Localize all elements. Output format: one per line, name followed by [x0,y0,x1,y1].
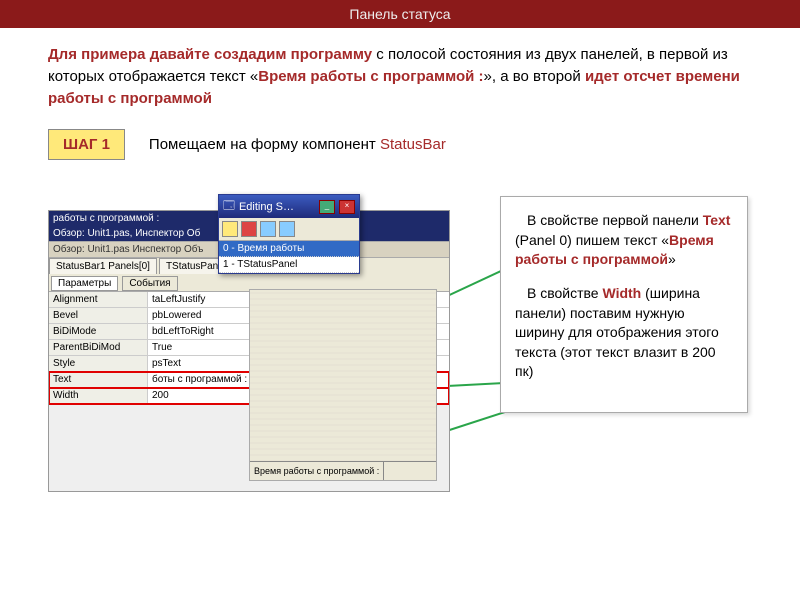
note-text: (Panel 0) пишем текст « [515,232,669,248]
list-item[interactable]: 1 - TStatusPanel [219,257,359,273]
property-name: Alignment [49,292,148,307]
intro-paragraph: Для примера давайте создадим программу с… [48,44,752,109]
tab-events[interactable]: События [122,276,177,291]
note-text: В свойстве [527,285,602,301]
tab-properties[interactable]: Параметры [51,276,118,291]
popup-toolbar [219,218,359,241]
step-row: ШАГ 1 Помещаем на форму компонент Status… [48,129,752,160]
intro-quoted: Время работы с программой : [258,68,483,85]
move-up-icon[interactable] [260,221,276,237]
delete-icon[interactable] [241,221,257,237]
property-name: BiDiMode [49,324,148,339]
form-designer: Время работы с программой : [249,289,437,481]
popup-titlebar: 🗔 Editing S… _ × [219,195,359,218]
page-title: Панель статуса [0,0,800,28]
intro-lead: Для примера давайте создадим программу [48,46,372,63]
lower-area: В свойстве первой панели Text (Panel 0) … [48,196,752,536]
note-text: » [668,251,676,267]
note-p1: В свойстве первой панели Text (Panel 0) … [515,211,733,270]
panels-list: 0 - Время работы 1 - TStatusPanel [219,241,359,273]
note-accent: Width [602,285,641,301]
step-component: StatusBar [380,136,446,153]
app-icon: 🗔 [223,197,235,216]
note-p2: В свойстве Width (ширина панели) постави… [515,284,733,382]
property-name: Style [49,356,148,371]
property-name: Text [49,372,148,387]
note-text: В свойстве первой панели [527,212,703,228]
minimize-icon[interactable]: _ [319,200,335,214]
status-panel-0: Время работы с программой : [250,462,384,480]
property-name: ParentBiDiMod [49,340,148,355]
note-accent: Text [703,212,731,228]
move-down-icon[interactable] [279,221,295,237]
property-name: Width [49,388,148,403]
step-text-a: Помещаем на форму компонент [149,136,380,153]
step-badge: ШАГ 1 [48,129,125,160]
close-icon[interactable]: × [339,200,355,214]
add-icon[interactable] [222,221,238,237]
intro-rest2: », а во второй [484,68,585,85]
panels-editor-popup: 🗔 Editing S… _ × 0 - Время работы 1 - TS… [218,194,360,274]
note-box: В свойстве первой панели Text (Panel 0) … [500,196,748,413]
form-statusbar: Время работы с программой : [250,461,436,480]
content: Для примера давайте создадим программу с… [0,28,800,536]
popup-title-text: Editing S… [239,201,315,213]
step-text: Помещаем на форму компонент StatusBar [149,136,446,153]
list-item[interactable]: 0 - Время работы [219,241,359,257]
property-name: Bevel [49,308,148,323]
tab-object[interactable]: StatusBar1 Panels[0] [49,258,157,274]
